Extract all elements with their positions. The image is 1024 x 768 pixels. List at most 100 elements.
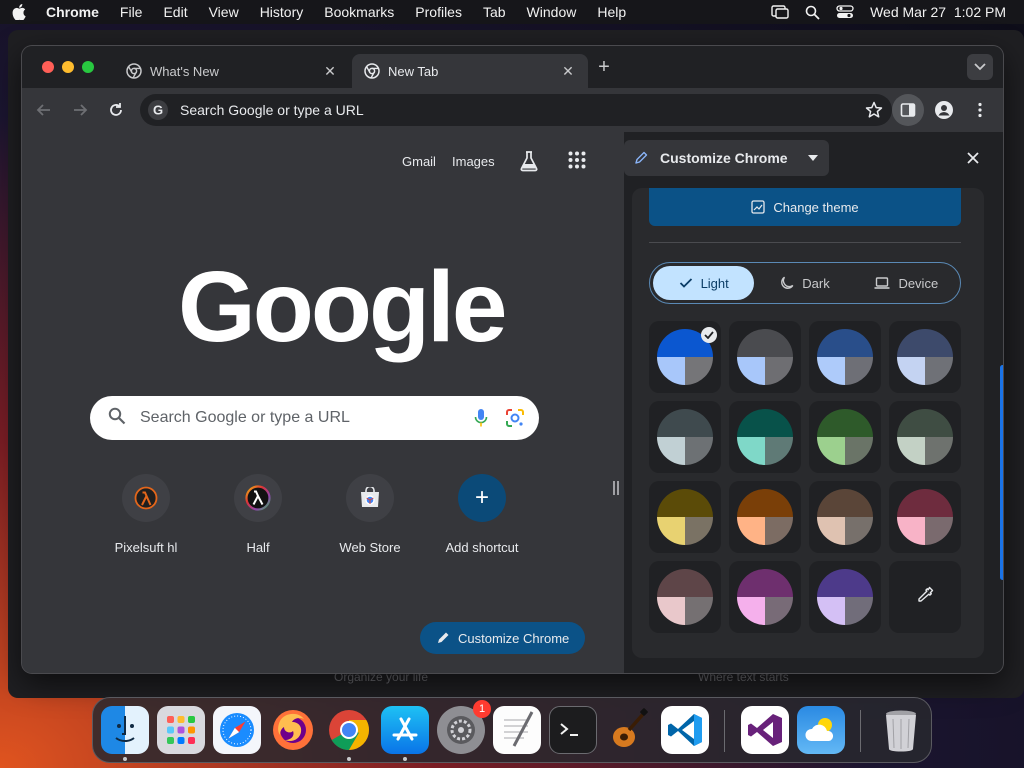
- safari-icon[interactable]: [213, 706, 261, 754]
- color-swatch-circle: [897, 409, 953, 465]
- google-lens-icon[interactable]: [505, 408, 525, 428]
- omnibox-placeholder[interactable]: Search Google or type a URL: [180, 102, 864, 118]
- theme-color-swatch[interactable]: [729, 401, 801, 473]
- tab-whats-new[interactable]: What's New ✕: [114, 54, 350, 88]
- launchpad-icon[interactable]: [157, 706, 205, 754]
- new-tab-button[interactable]: +: [594, 57, 614, 78]
- voice-search-mic-icon[interactable]: [471, 408, 491, 428]
- menu-file[interactable]: File: [120, 4, 143, 20]
- shortcut-tile[interactable]: Web Store: [314, 474, 426, 555]
- menu-window[interactable]: Window: [527, 4, 577, 20]
- chrome-icon[interactable]: [325, 706, 373, 754]
- shortcut-tile[interactable]: Pixelsuft hl: [90, 474, 202, 555]
- back-arrow-icon[interactable]: [34, 100, 54, 120]
- visual-studio-icon[interactable]: [741, 706, 789, 754]
- close-tab-icon[interactable]: ✕: [560, 63, 576, 79]
- omnibox[interactable]: G Search Google or type a URL: [140, 94, 892, 126]
- menu-bookmarks[interactable]: Bookmarks: [324, 4, 394, 20]
- control-center-icon[interactable]: [836, 5, 854, 19]
- theme-color-swatch[interactable]: [649, 321, 721, 393]
- add-shortcut-tile[interactable]: + Add shortcut: [426, 474, 538, 555]
- theme-color-swatch[interactable]: [649, 481, 721, 553]
- plus-icon: +: [458, 474, 506, 522]
- system-settings-icon[interactable]: 1: [437, 700, 491, 754]
- bookmark-star-icon[interactable]: [864, 100, 884, 120]
- panel-resize-handle[interactable]: [613, 481, 619, 495]
- profile-avatar-icon[interactable]: [934, 100, 954, 120]
- color-swatch-circle: [737, 489, 793, 545]
- vscode-icon[interactable]: [661, 706, 709, 754]
- mode-dark-option[interactable]: Dark: [754, 266, 855, 300]
- custom-color-swatch[interactable]: [889, 561, 961, 633]
- close-window-button[interactable]: [42, 61, 54, 73]
- reload-icon[interactable]: [106, 100, 126, 120]
- close-side-panel-icon[interactable]: [965, 150, 981, 166]
- theme-color-swatch[interactable]: [809, 321, 881, 393]
- ntp-search-box[interactable]: Search Google or type a URL: [90, 396, 539, 440]
- chrome-favicon-icon: [364, 63, 380, 79]
- color-swatch-circle: [897, 489, 953, 545]
- dock-separator: [860, 710, 861, 752]
- spotlight-search-icon[interactable]: [805, 5, 820, 20]
- apple-icon[interactable]: [12, 4, 28, 20]
- ntp-search-placeholder[interactable]: Search Google or type a URL: [140, 409, 471, 427]
- terminal-icon[interactable]: [549, 706, 597, 754]
- menu-history[interactable]: History: [260, 4, 304, 20]
- tab-search-button[interactable]: [967, 54, 993, 80]
- side-panel-header[interactable]: Customize Chrome: [624, 140, 829, 176]
- color-mode-selector: Light Dark Device: [649, 262, 961, 304]
- menu-view[interactable]: View: [209, 4, 239, 20]
- running-indicator: [347, 757, 351, 761]
- theme-color-swatch[interactable]: [889, 481, 961, 553]
- theme-color-swatch[interactable]: [809, 481, 881, 553]
- theme-color-grid: [649, 321, 965, 633]
- theme-color-swatch[interactable]: [729, 321, 801, 393]
- theme-color-swatch[interactable]: [729, 481, 801, 553]
- theme-color-swatch[interactable]: [889, 401, 961, 473]
- shortcut-tile[interactable]: Half: [202, 474, 314, 555]
- finder-icon[interactable]: [101, 706, 149, 754]
- minimize-window-button[interactable]: [62, 61, 74, 73]
- google-apps-icon[interactable]: [568, 151, 586, 174]
- images-link[interactable]: Images: [452, 154, 495, 169]
- menu-profiles[interactable]: Profiles: [415, 4, 462, 20]
- more-menu-icon[interactable]: [970, 100, 990, 120]
- side-panel-title: Customize Chrome: [660, 150, 788, 166]
- side-panel-button[interactable]: [892, 94, 924, 126]
- theme-color-swatch[interactable]: [729, 561, 801, 633]
- shortcut-label: Pixelsuft hl: [114, 540, 178, 555]
- menu-clock[interactable]: Wed Mar 27 1:02 PM: [870, 4, 1006, 20]
- side-panel-scrollbar[interactable]: [1000, 365, 1003, 580]
- close-tab-icon[interactable]: ✕: [322, 63, 338, 79]
- menu-tab[interactable]: Tab: [483, 4, 506, 20]
- theme-color-swatch[interactable]: [649, 561, 721, 633]
- garageband-icon[interactable]: [605, 706, 653, 754]
- mode-device-option[interactable]: Device: [856, 266, 957, 300]
- theme-color-swatch[interactable]: [649, 401, 721, 473]
- menu-help[interactable]: Help: [597, 4, 626, 20]
- menu-app-name[interactable]: Chrome: [46, 4, 99, 20]
- change-theme-button[interactable]: Change theme: [649, 188, 961, 226]
- laptop-icon: [874, 277, 890, 289]
- color-swatch-circle: [657, 569, 713, 625]
- firefox-icon[interactable]: [269, 706, 317, 754]
- theme-color-swatch[interactable]: [809, 401, 881, 473]
- menu-edit[interactable]: Edit: [163, 4, 187, 20]
- dock: 1: [92, 697, 932, 763]
- zoom-window-button[interactable]: [82, 61, 94, 73]
- forward-arrow-icon[interactable]: [70, 100, 90, 120]
- trash-icon[interactable]: [877, 706, 925, 754]
- theme-color-swatch[interactable]: [889, 321, 961, 393]
- tab-new-tab[interactable]: New Tab ✕: [352, 54, 588, 88]
- gmail-link[interactable]: Gmail: [402, 154, 436, 169]
- theme-color-swatch[interactable]: [809, 561, 881, 633]
- labs-flask-icon[interactable]: [518, 150, 540, 177]
- color-swatch-circle: [737, 329, 793, 385]
- web-store-icon: [346, 474, 394, 522]
- customize-chrome-button[interactable]: Customize Chrome: [420, 622, 586, 654]
- textedit-icon[interactable]: [493, 706, 541, 754]
- weather-icon[interactable]: [797, 706, 845, 754]
- screen-mirroring-icon[interactable]: [771, 5, 789, 19]
- mode-light-option[interactable]: Light: [653, 266, 755, 300]
- app-store-icon[interactable]: [381, 706, 429, 754]
